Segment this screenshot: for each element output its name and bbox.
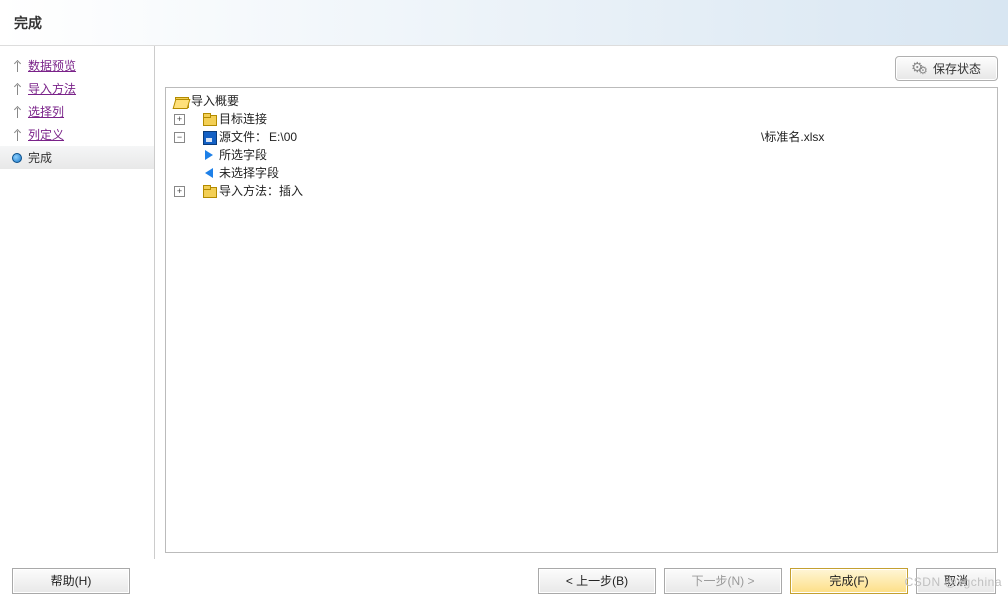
finish-button[interactable]: 完成(F) — [790, 568, 908, 594]
tree-source-file-path-start: E:\00 — [269, 128, 297, 146]
arrow-up-icon — [12, 82, 22, 96]
summary-tree[interactable]: 导入概要 + 目标连接 − 源文件： E:\00 \标准名.xlsx — [165, 87, 998, 553]
expander-plus-icon[interactable]: + — [174, 114, 185, 125]
cancel-button[interactable]: 取消 — [916, 568, 996, 594]
tree-source-file-prefix: 源文件： — [219, 128, 267, 146]
current-step-dot-icon — [12, 153, 22, 163]
arrow-up-icon — [12, 128, 22, 142]
tree-node-unselected-fields[interactable]: + 未选择字段 — [168, 164, 995, 182]
tree-label: 所选字段 — [219, 146, 267, 164]
arrow-up-icon — [12, 59, 22, 73]
wizard-body: 数据预览 导入方法 选择列 列定义 完成 保存状态 — [0, 46, 1008, 559]
tree-root-import-summary[interactable]: 导入概要 — [168, 92, 995, 110]
sidebar-item-label: 数据预览 — [28, 57, 76, 74]
right-arrow-icon — [202, 148, 217, 162]
arrow-up-icon — [12, 105, 22, 119]
main-panel: 保存状态 导入概要 + 目标连接 − 源文件： E:\ — [155, 46, 1008, 559]
tree-label: 导入概要 — [191, 92, 239, 110]
tree-source-file-path-end: \标准名.xlsx — [761, 128, 824, 146]
disk-icon — [202, 130, 217, 144]
wizard-footer: 帮助(H) < 上一步(B) 下一步(N) > 完成(F) 取消 — [0, 559, 1008, 601]
next-button: 下一步(N) > — [664, 568, 782, 594]
tree-label: 目标连接 — [219, 110, 267, 128]
sidebar-item-label: 导入方法 — [28, 80, 76, 97]
folder-open-icon — [174, 94, 189, 108]
tree-node-import-method[interactable]: + 导入方法：插入 — [168, 182, 995, 200]
help-button[interactable]: 帮助(H) — [12, 568, 130, 594]
main-toolbar: 保存状态 — [165, 56, 998, 81]
left-arrow-icon — [202, 166, 217, 180]
sidebar-item-label: 选择列 — [28, 103, 64, 120]
sidebar-item-label: 完成 — [28, 149, 52, 166]
folder-icon — [202, 112, 217, 126]
save-state-label: 保存状态 — [933, 60, 981, 77]
sidebar-item-data-preview[interactable]: 数据预览 — [0, 54, 154, 77]
page-title: 完成 — [14, 13, 42, 33]
expander-minus-icon[interactable]: − — [174, 132, 185, 143]
gears-icon — [912, 62, 927, 76]
tree-label: 导入方法：插入 — [219, 182, 303, 200]
wizard-header: 完成 — [0, 0, 1008, 46]
sidebar-item-finish[interactable]: 完成 — [0, 146, 154, 169]
steps-sidebar: 数据预览 导入方法 选择列 列定义 完成 — [0, 46, 155, 559]
sidebar-item-label: 列定义 — [28, 126, 64, 143]
sidebar-item-column-definition[interactable]: 列定义 — [0, 123, 154, 146]
tree-label: 未选择字段 — [219, 164, 279, 182]
tree-node-selected-fields[interactable]: + 所选字段 — [168, 146, 995, 164]
folder-icon — [202, 184, 217, 198]
expander-plus-icon[interactable]: + — [174, 186, 185, 197]
previous-button[interactable]: < 上一步(B) — [538, 568, 656, 594]
tree-node-target-connection[interactable]: + 目标连接 — [168, 110, 995, 128]
sidebar-item-import-method[interactable]: 导入方法 — [0, 77, 154, 100]
save-state-button[interactable]: 保存状态 — [895, 56, 998, 81]
sidebar-item-select-columns[interactable]: 选择列 — [0, 100, 154, 123]
tree-node-source-file[interactable]: − 源文件： E:\00 \标准名.xlsx — [168, 128, 995, 146]
